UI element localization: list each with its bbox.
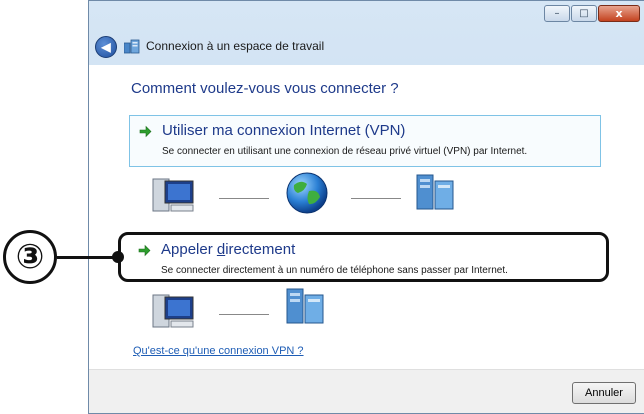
server-icon xyxy=(286,288,324,324)
option-vpn-description: Se connecter en utilisant une connexion … xyxy=(162,146,528,157)
callout-leader-line xyxy=(57,256,118,259)
vpn-help-link[interactable]: Qu'est-ce qu'une connexion VPN ? xyxy=(133,345,304,357)
option-vpn[interactable]: Utiliser ma connexion Internet (VPN) Se … xyxy=(129,115,601,167)
callout-leader-dot xyxy=(112,251,124,263)
connection-line xyxy=(351,198,401,199)
maximize-icon: □ xyxy=(579,7,589,19)
minimize-button[interactable]: – xyxy=(544,5,570,22)
minimize-icon: – xyxy=(554,7,560,19)
option-vpn-title: Utiliser ma connexion Internet (VPN) xyxy=(162,122,406,139)
title-bar: – □ x xyxy=(89,1,644,29)
network-workplace-icon xyxy=(124,39,140,54)
globe-icon xyxy=(286,172,328,214)
green-arrow-icon xyxy=(139,125,152,138)
window-title: Connexion à un espace de travail xyxy=(146,39,325,53)
close-button[interactable]: x xyxy=(598,5,640,22)
computer-icon xyxy=(152,178,194,212)
computer-icon xyxy=(152,294,194,328)
connection-line xyxy=(219,314,269,315)
page-heading: Comment voulez-vous vous connecter ? xyxy=(131,80,399,97)
wizard-content: Comment voulez-vous vous connecter ? Uti… xyxy=(89,65,644,369)
server-icon xyxy=(416,174,454,210)
window-controls: – □ x xyxy=(544,5,640,22)
wizard-footer: Annuler xyxy=(89,369,644,413)
connection-wizard-window: – □ x ◀ Connexion à un espace de travail… xyxy=(88,0,644,414)
cancel-button[interactable]: Annuler xyxy=(572,382,636,404)
navigation-bar: ◀ Connexion à un espace de travail xyxy=(89,29,644,65)
close-icon: x xyxy=(615,7,623,20)
callout-highlight-box xyxy=(118,232,609,282)
connection-line xyxy=(219,198,269,199)
maximize-button[interactable]: □ xyxy=(571,5,597,22)
callout-number: ③ xyxy=(3,230,57,284)
back-arrow-icon[interactable]: ◀ xyxy=(95,36,117,58)
